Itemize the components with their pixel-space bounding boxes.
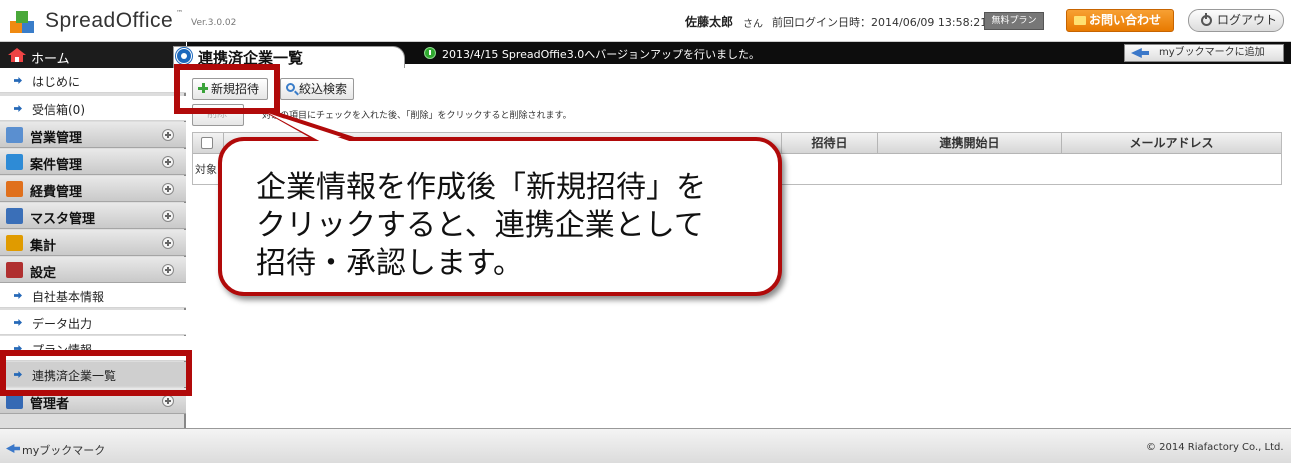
sidebar-item-2[interactable]: 営業管理 — [0, 122, 186, 148]
new-invite-highlight-box — [174, 64, 280, 114]
sidebar-section-label: 案件管理 — [30, 158, 83, 173]
power-icon — [1201, 13, 1212, 26]
expand-icon[interactable] — [162, 237, 174, 249]
contact-button[interactable]: お問い合わせ — [1066, 9, 1174, 32]
contact-button-label: お問い合わせ — [1089, 13, 1162, 27]
chart-pie-icon — [6, 235, 23, 251]
callout-line-3: 招待・承認します。 — [256, 246, 523, 281]
select-all-checkbox[interactable] — [201, 137, 213, 149]
arrow-right-icon — [14, 105, 22, 112]
filter-search-button[interactable]: 絞込検索 — [280, 78, 354, 100]
expand-icon[interactable] — [162, 183, 174, 195]
expand-icon[interactable] — [162, 264, 174, 276]
project-icon — [6, 154, 23, 170]
tools-icon — [6, 262, 23, 278]
plan-badge: 無料プラン — [984, 12, 1044, 30]
sidebar-item-4[interactable]: 経費管理 — [0, 176, 186, 202]
expense-icon — [6, 181, 23, 197]
expand-icon[interactable] — [162, 395, 174, 407]
mail-icon — [1074, 16, 1086, 25]
trademark-mark: ™ — [176, 9, 183, 17]
last-login-datetime: 前回ログイン日時：2014/06/09 13:58:21 — [772, 16, 988, 29]
arrow-right-icon — [14, 319, 22, 326]
sidebar-item-8[interactable]: 自社基本情報 — [0, 283, 186, 308]
copyright-text: © 2014 Riafactory Co., Ltd. — [1146, 442, 1284, 453]
column-header-email[interactable]: メールアドレス — [1061, 133, 1281, 154]
sidebar-item-1[interactable]: 受信箱(0) — [0, 96, 186, 121]
sidebar-home-label: ホーム — [31, 52, 70, 67]
sidebar-item-7[interactable]: 設定 — [0, 257, 186, 283]
notice-icon — [424, 47, 436, 59]
app-footer — [0, 428, 1291, 463]
sidebar-item-5[interactable]: マスタ管理 — [0, 203, 186, 229]
expand-icon[interactable] — [162, 129, 174, 141]
master-icon — [6, 208, 23, 224]
user-name-suffix: さん — [743, 19, 763, 30]
sidebar-highlight-box — [0, 350, 192, 396]
app-logo[interactable]: SpreadOffice — [45, 9, 173, 33]
filter-search-label: 絞込検索 — [299, 82, 348, 96]
user-name: 佐藤太郎 — [685, 15, 734, 29]
sidebar-section-label: 営業管理 — [30, 131, 83, 146]
bookmark-icon — [1131, 48, 1149, 58]
expand-icon[interactable] — [162, 210, 174, 222]
sales-icon — [6, 127, 23, 143]
sidebar-item-label: 受信箱(0) — [32, 103, 85, 117]
sidebar-item-label: データ出力 — [32, 317, 93, 331]
sidebar-item-label: はじめに — [32, 75, 81, 89]
notice-text[interactable]: 2013/4/15 SpreadOffie3.0へバージョンアップを行いました。 — [442, 46, 760, 62]
page-title-icon — [176, 48, 192, 64]
sidebar-item-label: 自社基本情報 — [32, 290, 105, 304]
column-header-start-date[interactable]: 連携開始日 — [877, 133, 1061, 154]
sidebar-item-9[interactable]: データ出力 — [0, 310, 186, 335]
sidebar-item-home[interactable] — [0, 42, 186, 68]
bookmark-add-label: myブックマークに追加 — [1159, 47, 1265, 58]
column-header-invite-date[interactable]: 招待日 — [781, 133, 877, 154]
table-empty-text: 対象 — [195, 163, 217, 176]
sidebar-section-label: 集計 — [30, 239, 57, 254]
arrow-right-icon — [14, 77, 22, 84]
arrow-right-icon — [14, 292, 22, 299]
sidebar-item-3[interactable]: 案件管理 — [0, 149, 186, 175]
bookmark-add-button[interactable]: myブックマークに追加 — [1124, 44, 1284, 62]
home-icon — [8, 48, 26, 62]
sidebar-section-label: マスタ管理 — [30, 212, 96, 227]
spreadoffice-logo-icon — [10, 11, 34, 33]
expand-icon[interactable] — [162, 156, 174, 168]
search-icon — [286, 83, 295, 92]
app-version: Ver.3.0.02 — [191, 18, 237, 28]
my-bookmark-link[interactable]: myブックマーク — [22, 442, 105, 458]
sidebar-section-label: 設定 — [30, 266, 57, 281]
logout-button[interactable]: ログアウト — [1188, 9, 1284, 32]
sidebar-item-6[interactable]: 集計 — [0, 230, 186, 256]
delete-help-text: 対象の項目にチェックを入れた後、「削除」をクリックすると削除されます。 — [262, 111, 572, 121]
sidebar-section-label: 経費管理 — [30, 185, 83, 200]
sidebar-item-0[interactable]: はじめに — [0, 68, 186, 93]
logout-button-label: ログアウト — [1217, 13, 1278, 27]
